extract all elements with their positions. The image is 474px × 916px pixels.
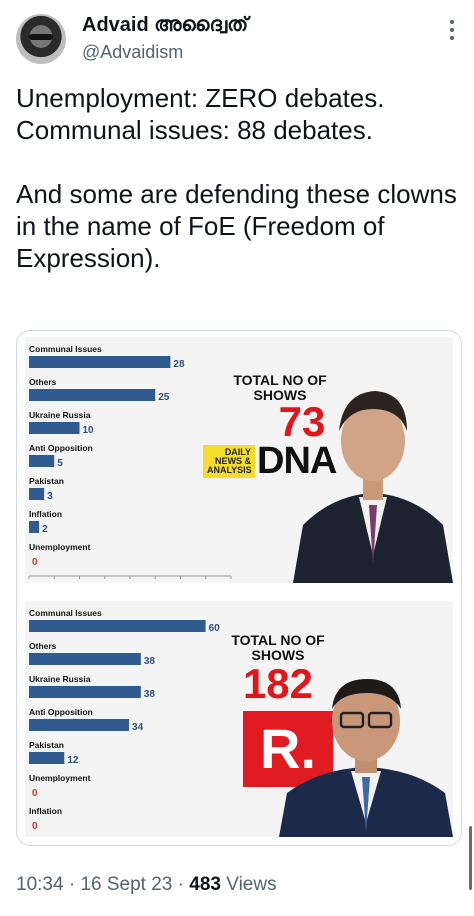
bar xyxy=(29,488,45,500)
category-label: Anti Opposition xyxy=(29,707,93,717)
tweet-text-container: Unemployment: ZERO debates. Communal iss… xyxy=(16,82,462,274)
data-label: 5 xyxy=(57,458,63,469)
author-display-name[interactable]: Advaid അദ്വൈത് xyxy=(82,14,248,37)
author-handle[interactable]: @Advaidism xyxy=(82,42,183,63)
view-count: 483 xyxy=(189,874,221,895)
dna-logo-box: DAILY NEWS & ANALYSIS xyxy=(203,444,255,478)
data-label: 0 xyxy=(32,821,38,832)
total-shows-label: TOTAL NO OF SHOWS xyxy=(231,632,325,663)
meta-separator: · xyxy=(68,874,76,895)
category-label: Communal Issues xyxy=(29,608,102,618)
data-label: 38 xyxy=(144,656,156,667)
meta-separator: · xyxy=(177,874,184,895)
views-label: Views xyxy=(226,874,277,895)
data-label: 60 xyxy=(209,623,221,634)
data-label: 25 xyxy=(158,392,170,403)
data-label: 0 xyxy=(32,557,38,568)
bar xyxy=(29,389,156,401)
bar xyxy=(29,356,171,368)
bar xyxy=(29,422,80,434)
more-options-icon[interactable] xyxy=(450,20,454,42)
bar xyxy=(29,719,130,731)
news-anchor-photo xyxy=(293,391,453,583)
bar xyxy=(29,752,65,764)
bar xyxy=(29,455,55,467)
data-label: 0 xyxy=(32,788,38,799)
category-label: Inflation xyxy=(29,509,62,519)
tweet-date[interactable]: 16 Sept 23 xyxy=(80,874,172,895)
media-panel-dna: Communal Issues 28 Others 25 Ukraine Russia 1… xyxy=(25,337,453,583)
bar xyxy=(29,620,206,632)
category-label: Others xyxy=(29,377,57,387)
avatar-glasses xyxy=(29,34,53,40)
category-label: Unemployment xyxy=(29,773,91,783)
data-label: 10 xyxy=(83,425,95,436)
category-label: Pakistan xyxy=(29,740,64,750)
data-label: 28 xyxy=(173,359,185,370)
category-label: Others xyxy=(29,641,57,651)
bar xyxy=(29,653,141,665)
category-label: Communal Issues xyxy=(29,344,102,354)
avatar[interactable] xyxy=(16,14,66,64)
tweet-time[interactable]: 10:34 xyxy=(16,874,64,895)
news-anchor-photo xyxy=(279,679,453,837)
data-label: 38 xyxy=(144,689,156,700)
data-label: 2 xyxy=(42,524,48,535)
category-label: Ukraine Russia xyxy=(29,410,91,420)
category-label: Anti Opposition xyxy=(29,443,93,453)
tweet-text: Unemployment: ZERO debates. Communal iss… xyxy=(16,83,457,273)
category-label: Unemployment xyxy=(29,542,91,552)
media-panel-republic: Communal Issues 60 Others 38 Ukraine Russia 3… xyxy=(25,601,453,837)
tweet-meta: 10:34 · 16 Sept 23 · 483 Views xyxy=(16,874,277,896)
bar-chart-republic: Communal Issues 60 Others 38 Ukraine Russia 3… xyxy=(29,608,221,832)
scrollbar[interactable] xyxy=(469,826,472,890)
data-label: 34 xyxy=(132,722,144,733)
bar xyxy=(29,686,141,698)
data-label: 3 xyxy=(47,491,53,502)
category-label: Inflation xyxy=(29,806,62,816)
tweet-media[interactable]: Communal Issues 28 Others 25 Ukraine Russia 1… xyxy=(16,330,462,846)
category-label: Ukraine Russia xyxy=(29,674,91,684)
bar xyxy=(29,521,40,533)
data-label: 12 xyxy=(67,755,79,766)
category-label: Pakistan xyxy=(29,476,64,486)
